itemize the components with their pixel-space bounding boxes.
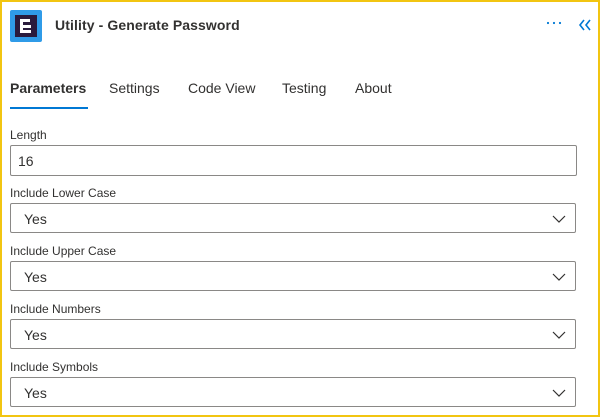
panel-frame: Utility - Generate Password Parameters S… — [0, 0, 600, 417]
numbers-label: Include Numbers — [10, 302, 101, 316]
symbols-label: Include Symbols — [10, 360, 99, 374]
lower-case-value: Yes — [24, 211, 47, 227]
numbers-value: Yes — [24, 327, 47, 343]
tab-code-view[interactable]: Code View — [188, 80, 255, 96]
length-value: 16 — [18, 153, 34, 169]
length-label: Length — [10, 128, 47, 142]
tab-parameters[interactable]: Parameters — [10, 80, 89, 109]
tab-settings[interactable]: Settings — [109, 80, 160, 96]
symbols-value: Yes — [24, 385, 47, 401]
app-logo-icon — [10, 10, 42, 42]
chevron-down-icon — [552, 389, 566, 397]
length-input[interactable]: 16 — [10, 145, 577, 176]
tab-label: Testing — [282, 80, 327, 96]
tab-label: About — [355, 80, 392, 96]
tab-about[interactable]: About — [355, 80, 392, 96]
upper-case-dropdown[interactable]: Yes — [10, 261, 576, 291]
ellipsis-icon[interactable] — [546, 16, 562, 32]
numbers-dropdown[interactable]: Yes — [10, 319, 576, 349]
tab-testing[interactable]: Testing — [282, 80, 326, 96]
lower-case-label: Include Lower Case — [10, 186, 117, 200]
chevron-down-icon — [552, 331, 566, 339]
panel-header: Utility - Generate Password — [10, 10, 592, 44]
tab-label: Code View — [188, 80, 256, 96]
active-tab-indicator — [10, 107, 89, 109]
chevron-down-icon — [552, 273, 566, 281]
chevron-down-icon — [552, 215, 566, 223]
tab-label: Settings — [109, 80, 160, 96]
page-title: Utility - Generate Password — [55, 17, 240, 33]
lower-case-dropdown[interactable]: Yes — [10, 203, 576, 233]
tab-label: Parameters — [10, 80, 87, 96]
symbols-dropdown[interactable]: Yes — [10, 377, 576, 407]
upper-case-value: Yes — [24, 269, 47, 285]
upper-case-label: Include Upper Case — [10, 244, 117, 258]
double-chevron-left-icon[interactable] — [578, 18, 592, 32]
